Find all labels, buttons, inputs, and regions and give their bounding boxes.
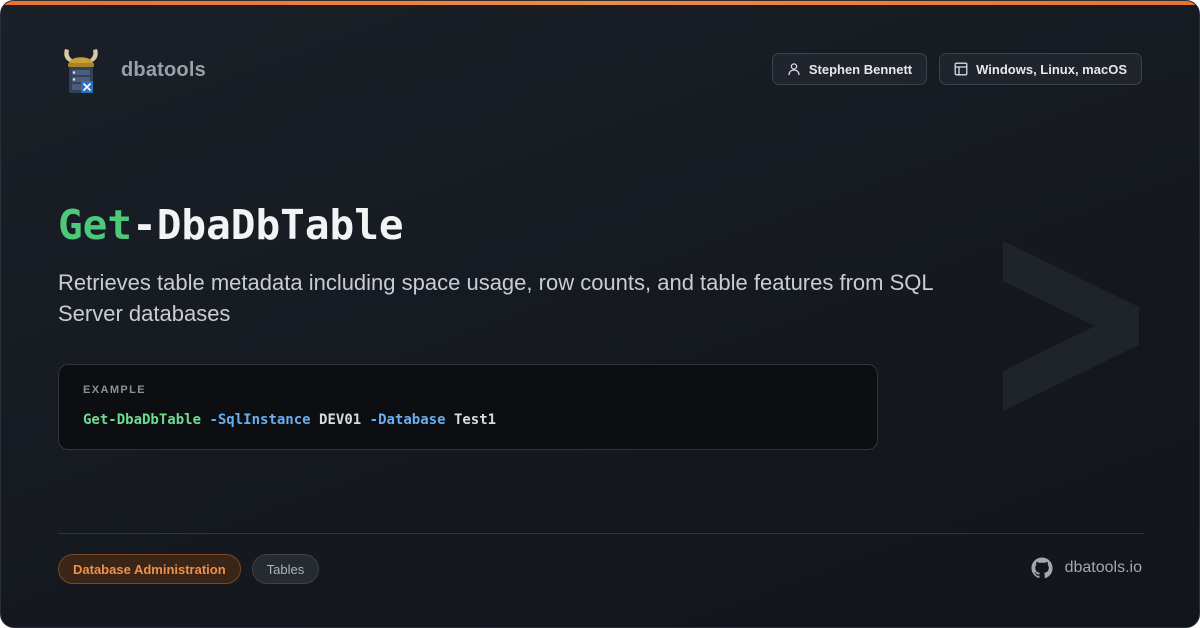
author-pill[interactable]: Stephen Bennett bbox=[771, 53, 928, 85]
example-code-block[interactable]: EXAMPLE Get-DbaDbTable -SqlInstance DEV0… bbox=[58, 364, 878, 450]
example-command: Get-DbaDbTable bbox=[83, 412, 202, 428]
example-param-database: -Database bbox=[369, 412, 446, 428]
social-card: dbatools Stephen Bennett Windows, Linux,… bbox=[0, 0, 1200, 628]
example-label: EXAMPLE bbox=[83, 384, 146, 396]
viking-helmet-server-icon bbox=[64, 49, 98, 93]
github-icon bbox=[1031, 557, 1053, 579]
window-layout-icon bbox=[954, 62, 968, 76]
example-value-database: Test1 bbox=[453, 412, 497, 428]
platforms-text: Windows, Linux, macOS bbox=[976, 61, 1127, 77]
header-pills: Stephen Bennett Windows, Linux, macOS bbox=[771, 53, 1142, 85]
user-icon bbox=[788, 63, 800, 76]
page-title: Get-DbaDbTable bbox=[58, 201, 404, 249]
tag-list: Database Administration Tables bbox=[58, 554, 320, 584]
site-url: dbatools.io bbox=[1064, 559, 1142, 576]
platforms-pill[interactable]: Windows, Linux, macOS bbox=[939, 53, 1142, 85]
accent-bar bbox=[1, 1, 1199, 5]
site-link[interactable]: dbatools.io bbox=[1031, 557, 1142, 579]
prompt-chevron-watermark-icon bbox=[1003, 241, 1139, 411]
brand[interactable]: dbatools bbox=[59, 45, 206, 95]
tag-database-administration[interactable]: Database Administration bbox=[58, 554, 241, 584]
tag-tables[interactable]: Tables bbox=[251, 554, 320, 584]
title-verb: Get bbox=[58, 201, 133, 249]
footer-divider bbox=[58, 533, 1144, 534]
example-param-sqlinstance: -SqlInstance bbox=[209, 412, 311, 428]
title-noun: -DbaDbTable bbox=[132, 201, 404, 249]
brand-name: dbatools bbox=[121, 58, 206, 81]
example-code[interactable]: Get-DbaDbTable -SqlInstance DEV01 -Datab… bbox=[83, 412, 496, 428]
command-description: Retrieves table metadata including space… bbox=[58, 270, 933, 326]
author-name: Stephen Bennett bbox=[808, 61, 913, 77]
example-value-sqlinstance: DEV01 bbox=[319, 412, 362, 428]
